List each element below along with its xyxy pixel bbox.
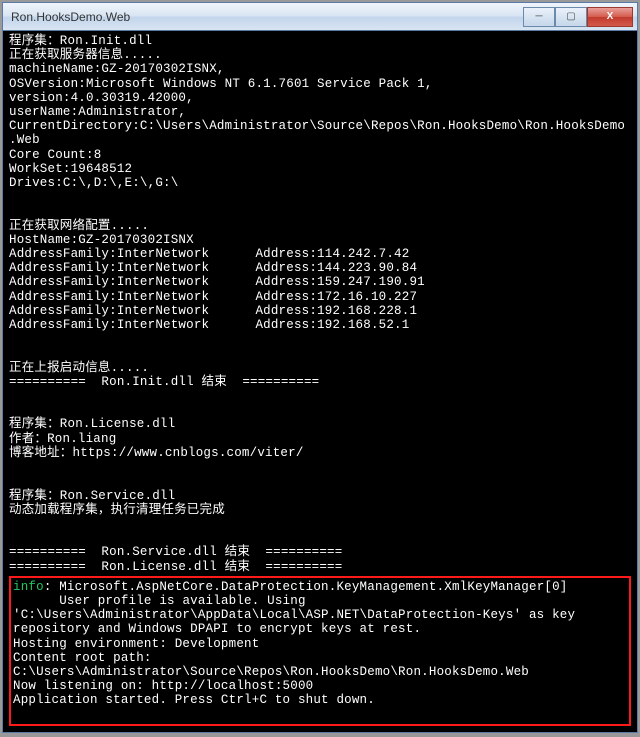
close-button[interactable]: X [587,7,633,27]
window-title: Ron.HooksDemo.Web [11,10,130,24]
highlight-box: info: Microsoft.AspNetCore.DataProtectio… [9,576,631,726]
console-window: Ron.HooksDemo.Web ─ ▢ X 程序集：Ron.Init.dll… [2,2,638,733]
info-line: : Microsoft.AspNetCore.DataProtection.Ke… [44,580,568,594]
minimize-button[interactable]: ─ [523,7,555,27]
info-label: info [13,580,44,594]
console-output: 程序集：Ron.Init.dll 正在获取服务器信息..... machineN… [3,31,637,732]
post-info: User profile is available. Using 'C:\Use… [13,594,583,707]
pre-text: 程序集：Ron.Init.dll 正在获取服务器信息..... machineN… [9,34,625,574]
titlebar[interactable]: Ron.HooksDemo.Web ─ ▢ X [3,3,637,31]
window-controls: ─ ▢ X [523,7,633,27]
maximize-button[interactable]: ▢ [555,7,587,27]
